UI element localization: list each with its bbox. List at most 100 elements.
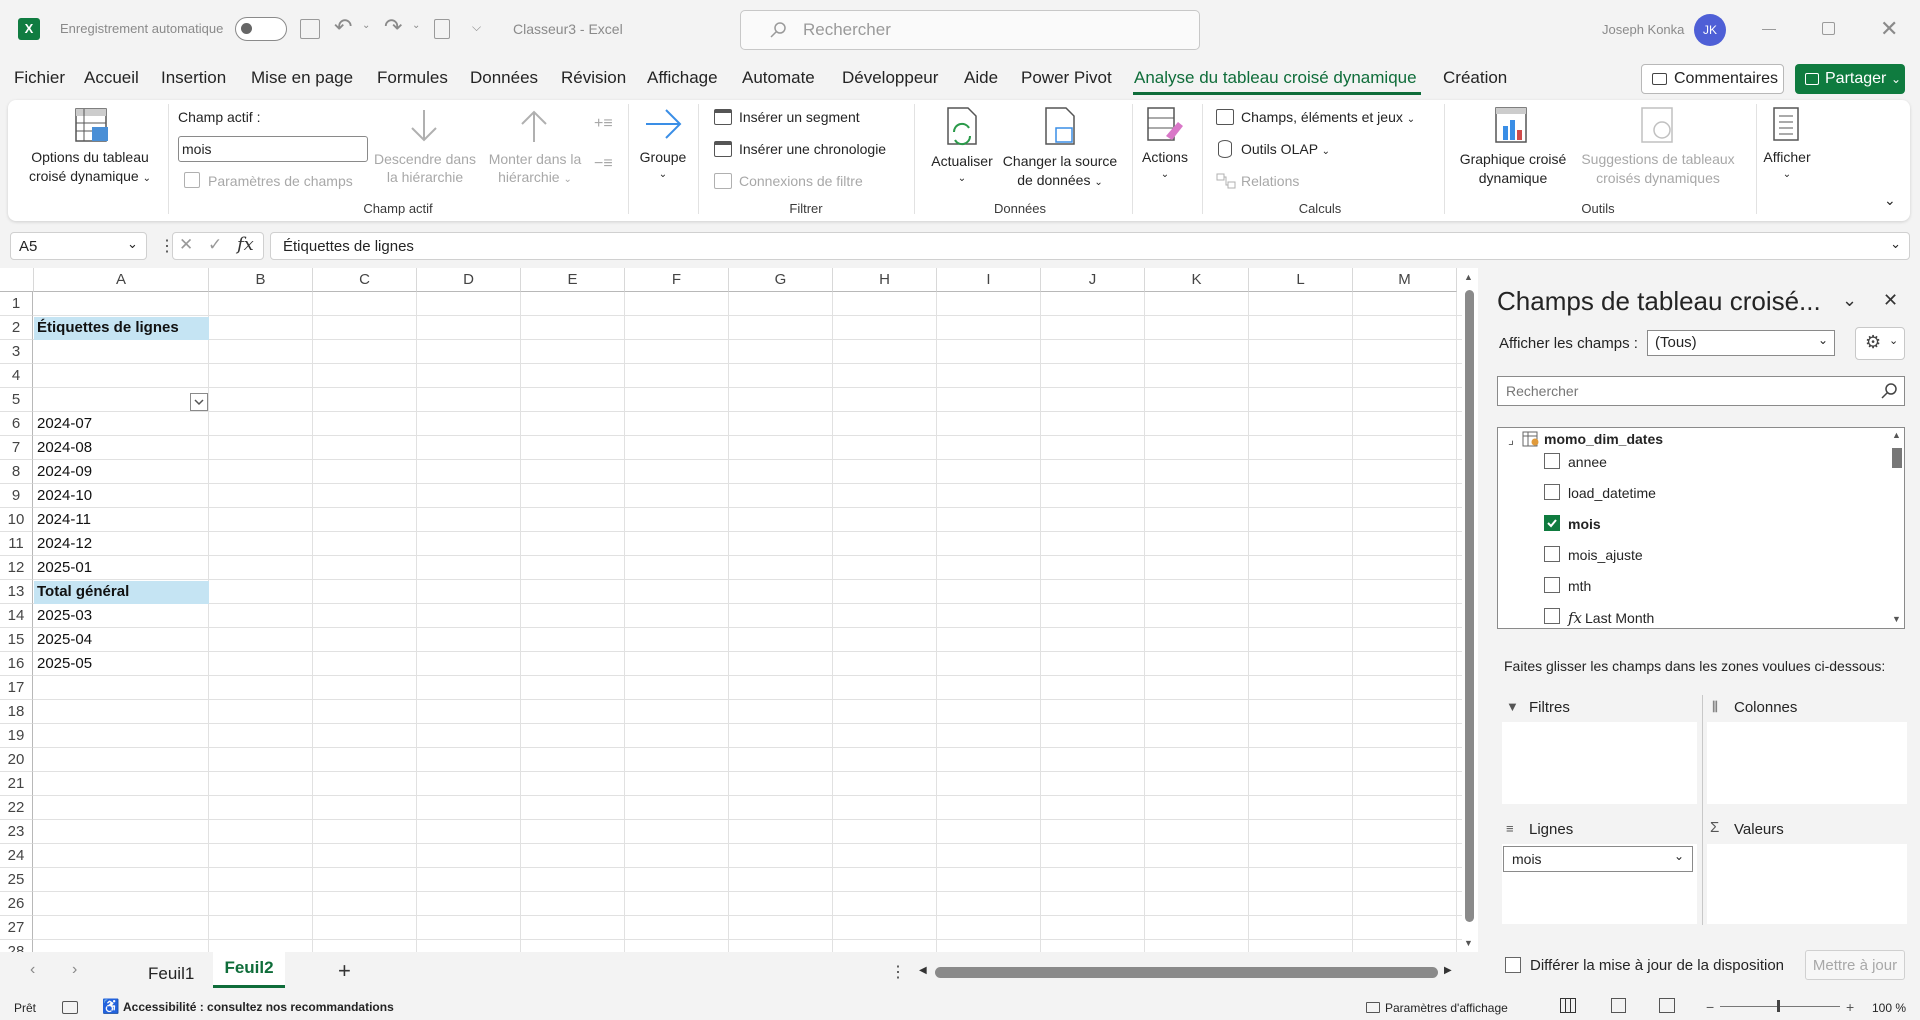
- scroll-up-icon[interactable]: ▲: [1892, 430, 1901, 440]
- pivot-row-cell[interactable]: 2025-04: [34, 629, 95, 652]
- zoom-slider[interactable]: [1720, 1006, 1840, 1007]
- redo-icon[interactable]: ↷: [384, 14, 402, 40]
- field-checkbox[interactable]: [1544, 453, 1560, 469]
- pivot-row-cell[interactable]: 2024-11: [34, 509, 94, 532]
- menu-tab-1[interactable]: Accueil: [84, 68, 139, 88]
- pivot-suggestions-button[interactable]: Suggestions de tableaux croisés dynamiqu…: [1574, 150, 1742, 188]
- row-header[interactable]: 23: [0, 820, 33, 844]
- new-file-icon[interactable]: [434, 19, 450, 39]
- row-header[interactable]: 3: [0, 340, 33, 364]
- group-button[interactable]: Groupe ⌄: [634, 148, 692, 184]
- row-header[interactable]: 10: [0, 508, 33, 532]
- fields-items-sets-button[interactable]: Champs, éléments et jeux ⌄: [1241, 109, 1415, 125]
- normal-view-icon[interactable]: [1560, 998, 1576, 1013]
- pivot-chart-button[interactable]: Graphique croisé dynamique: [1452, 150, 1574, 188]
- field-list-scroll-thumb[interactable]: [1892, 448, 1902, 468]
- pivot-row-cell[interactable]: 2024-07: [34, 413, 95, 436]
- row-header[interactable]: 9: [0, 484, 33, 508]
- row-header[interactable]: 18: [0, 700, 33, 724]
- field-search-input[interactable]: Rechercher: [1497, 376, 1905, 406]
- menu-tab-10[interactable]: Aide: [964, 68, 998, 88]
- close-icon[interactable]: ✕: [1880, 16, 1898, 42]
- rows-zone-field[interactable]: mois ⌄: [1503, 846, 1693, 872]
- page-layout-icon[interactable]: [1611, 998, 1626, 1013]
- add-sheet-icon[interactable]: +: [338, 958, 351, 984]
- pivot-row-cell[interactable]: 2024-08: [34, 437, 95, 460]
- row-header[interactable]: 16: [0, 652, 33, 676]
- relations-button[interactable]: Relations: [1241, 173, 1299, 189]
- menu-tab-0[interactable]: Fichier: [14, 68, 65, 88]
- field-item[interactable]: mois: [1568, 516, 1601, 532]
- menu-tab-12[interactable]: Analyse du tableau croisé dynamique: [1134, 68, 1417, 88]
- menu-tab-5[interactable]: Données: [470, 68, 538, 88]
- row-header[interactable]: 27: [0, 916, 33, 940]
- row-header[interactable]: 12: [0, 556, 33, 580]
- field-item[interactable]: mth: [1568, 578, 1591, 594]
- avatar[interactable]: JK: [1694, 14, 1726, 46]
- zoom-slider-thumb[interactable]: [1777, 1000, 1780, 1012]
- macro-record-icon[interactable]: [62, 1001, 78, 1014]
- display-settings-button[interactable]: Paramètres d'affichage: [1385, 1001, 1508, 1015]
- row-header[interactable]: 15: [0, 628, 33, 652]
- show-fields-select[interactable]: (Tous) ⌄: [1647, 330, 1835, 356]
- row-header[interactable]: 26: [0, 892, 33, 916]
- show-button[interactable]: Afficher ⌄: [1756, 148, 1818, 184]
- row-header[interactable]: 28: [0, 940, 33, 952]
- row-header[interactable]: 11: [0, 532, 33, 556]
- chevron-down-icon[interactable]: ⌄: [1674, 849, 1684, 863]
- zoom-in-icon[interactable]: +: [1846, 999, 1854, 1015]
- row-header[interactable]: 6: [0, 412, 33, 436]
- defer-update-checkbox[interactable]: [1505, 957, 1521, 973]
- scroll-down-icon[interactable]: ▼: [1892, 614, 1901, 624]
- collapse-field-icon[interactable]: −≡: [594, 155, 613, 173]
- field-checkbox[interactable]: [1544, 577, 1560, 593]
- menu-tab-2[interactable]: Insertion: [161, 68, 226, 88]
- menu-tab-9[interactable]: Développeur: [842, 68, 938, 88]
- field-checkbox[interactable]: [1544, 546, 1560, 562]
- undo-dropdown-icon[interactable]: ⌄: [362, 20, 370, 31]
- column-header[interactable]: C: [313, 268, 417, 292]
- vertical-scroll-thumb[interactable]: [1465, 290, 1474, 922]
- expand-formula-icon[interactable]: ⌄: [1890, 236, 1901, 252]
- autosave-toggle[interactable]: [235, 17, 287, 41]
- column-header[interactable]: F: [625, 268, 729, 292]
- pivot-row-cell[interactable]: 2025-01: [34, 557, 95, 580]
- search-box[interactable]: Rechercher: [740, 10, 1200, 50]
- menu-tab-3[interactable]: Mise en page: [251, 68, 353, 88]
- column-header[interactable]: J: [1041, 268, 1145, 292]
- tabs-more-icon[interactable]: ⋮: [890, 962, 906, 982]
- pivot-row-cell[interactable]: 2024-09: [34, 461, 95, 484]
- pane-options-icon[interactable]: ⌄: [1842, 290, 1857, 311]
- pivot-row-cell[interactable]: 2024-12: [34, 533, 95, 556]
- pane-close-icon[interactable]: ✕: [1883, 290, 1898, 311]
- column-header[interactable]: G: [729, 268, 833, 292]
- column-header[interactable]: D: [417, 268, 521, 292]
- field-checkbox[interactable]: [1544, 515, 1560, 531]
- pivot-header-cell[interactable]: Étiquettes de lignes: [34, 317, 209, 340]
- ribbon-collapse-icon[interactable]: ⌄: [1884, 192, 1896, 209]
- row-header[interactable]: 4: [0, 364, 33, 388]
- menu-tab-11[interactable]: Power Pivot: [1021, 68, 1112, 88]
- row-header[interactable]: 24: [0, 844, 33, 868]
- column-header[interactable]: K: [1145, 268, 1249, 292]
- share-button[interactable]: Partager ⌄: [1795, 64, 1905, 94]
- scroll-down-icon[interactable]: ▼: [1464, 938, 1473, 948]
- undo-icon[interactable]: ↶: [334, 14, 352, 40]
- field-checkbox[interactable]: [1544, 608, 1560, 624]
- row-header[interactable]: 20: [0, 748, 33, 772]
- zone-columns[interactable]: [1707, 722, 1907, 804]
- next-sheet-icon[interactable]: ›: [72, 961, 77, 979]
- enter-icon[interactable]: ✓: [208, 235, 222, 255]
- update-button[interactable]: Mettre à jour: [1805, 950, 1905, 980]
- share-dropdown-icon[interactable]: ⌄: [1891, 64, 1901, 94]
- pivot-row-cell[interactable]: 2025-03: [34, 605, 95, 628]
- cancel-icon[interactable]: ✕: [179, 235, 193, 255]
- scroll-left-icon[interactable]: ◀: [919, 965, 927, 976]
- restore-icon[interactable]: [1822, 22, 1835, 35]
- field-item[interactable]: mois_ajuste: [1568, 547, 1643, 563]
- row-header[interactable]: 14: [0, 604, 33, 628]
- row-header[interactable]: 25: [0, 868, 33, 892]
- refresh-button[interactable]: Actualiser ⌄: [924, 152, 1000, 188]
- row-header[interactable]: 1: [0, 292, 33, 316]
- row-header[interactable]: 7: [0, 436, 33, 460]
